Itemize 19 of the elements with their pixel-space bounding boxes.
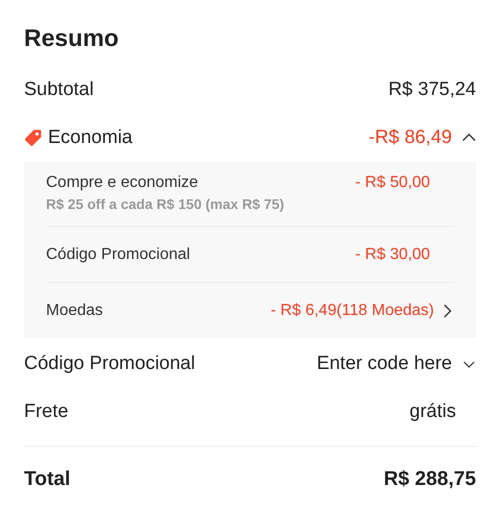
shipping-value: grátis (410, 401, 456, 423)
tag-icon (24, 129, 42, 147)
discount-label: Compre e economize (46, 174, 200, 192)
total-label: Total (24, 468, 70, 490)
discount-value: - R$ 30,00 (355, 246, 430, 264)
savings-label: Economia (48, 127, 132, 149)
discount-value: - R$ 50,00 (355, 174, 430, 192)
summary-title: Resumo (24, 24, 120, 54)
discount-label: Código Promocional (46, 246, 190, 264)
discount-link[interactable]: - R$ 6,49(118 Moedas) (270, 302, 454, 320)
subtotal-label: Subtotal (24, 79, 94, 101)
discount-label: Moedas (46, 302, 103, 320)
total-value: R$ 288,75 (384, 468, 476, 490)
subtotal-value: R$ 375,24 (388, 79, 476, 101)
discount-note: R$ 25 off a cada R$ 150 (max R$ 75) (46, 196, 284, 212)
promo-code-dropdown[interactable]: Enter code here (316, 353, 476, 375)
shipping-label: Frete (24, 401, 68, 423)
promo-code-label: Código Promocional (24, 353, 196, 375)
savings-toggle[interactable]: -R$ 86,49 (368, 127, 476, 149)
